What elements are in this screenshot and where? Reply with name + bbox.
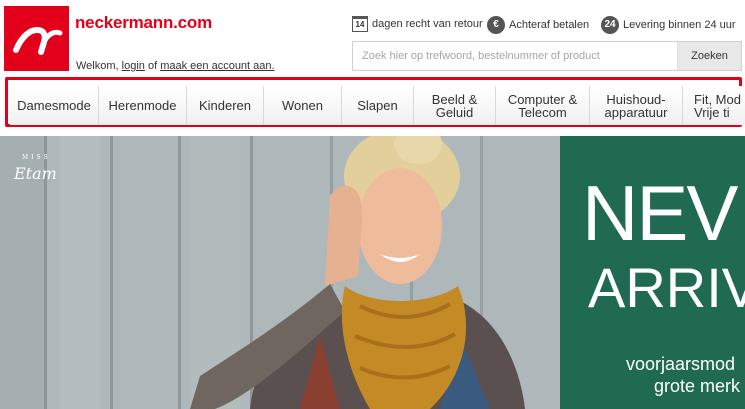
nav-item-label: Computer & [507, 91, 578, 107]
nav-item-computer-telecom[interactable]: Computer & Telecom [496, 86, 590, 125]
nav-item-beeld-geluid[interactable]: Beeld & Geluid [414, 86, 496, 125]
nav-item-label-2: Vrije ti [694, 104, 730, 120]
search-button[interactable]: Zoeken [677, 42, 741, 70]
welcome-prefix: Welkom, [76, 60, 119, 72]
usp-delivery: 24 Levering binnen 24 uur [601, 16, 736, 34]
usp-delivery-label: Levering binnen 24 uur [623, 19, 736, 31]
neckermann-logo[interactable] [4, 6, 69, 71]
euro-icon: € [487, 16, 505, 34]
nav-item-damesmode[interactable]: Damesmode [10, 86, 99, 125]
nav-item-label-2: apparatuur [604, 104, 668, 120]
calendar-icon: 14 [352, 16, 368, 32]
logo-n-icon [13, 26, 63, 55]
brand-name[interactable]: neckermann.com [75, 13, 212, 33]
welcome-text: Welkom, login of maak een account aan. [76, 60, 275, 72]
hero-headline-2: ARRIV [588, 256, 745, 319]
24h-icon: 24 [601, 16, 619, 34]
nav-item-label: Slapen [357, 98, 398, 113]
hero-banner[interactable]: MISS Etam NEV ARRIV voorjaarsmod grote m… [0, 136, 745, 409]
nav-item-label: Wonen [282, 98, 323, 113]
search-bar: Zoeken [352, 41, 742, 71]
nav-item-label: Damesmode [17, 98, 91, 113]
nav-item-kinderen[interactable]: Kinderen [187, 86, 264, 125]
hero-subtext-2: grote merk [654, 376, 741, 396]
site-header: neckermann.com Welkom, login of maak een… [0, 0, 745, 78]
nav-item-label: Fit, Mod [694, 91, 741, 107]
usp-return: 14 dagen recht van retour [352, 16, 483, 32]
usp-payment-label: Achteraf betalen [509, 19, 590, 31]
nav-item-label-2: Geluid [435, 104, 474, 120]
usp-payment: € Achteraf betalen [487, 16, 589, 34]
usp-return-label: dagen recht van retour [372, 18, 483, 30]
nav-item-wonen[interactable]: Wonen [264, 86, 342, 125]
nav-item-herenmode[interactable]: Herenmode [99, 86, 187, 125]
search-input[interactable] [353, 42, 678, 70]
nav-item-slapen[interactable]: Slapen [342, 86, 414, 125]
nav-item-huishoudapparatuur[interactable]: Huishoud- apparatuur [590, 86, 683, 125]
hero-headline-1: NEV [582, 169, 738, 257]
etam-logo-text: Etam [14, 164, 57, 183]
welcome-of: of [147, 60, 158, 72]
nav-item-label: Kinderen [198, 98, 252, 113]
nav-item-label-2: Telecom [518, 104, 567, 120]
main-nav: Damesmode Herenmode Kinderen Wonen Slape… [10, 86, 745, 125]
nav-item-label: Huishoud- [606, 91, 666, 107]
nav-item-label: Herenmode [108, 98, 177, 113]
signup-link[interactable]: maak een account aan. [160, 60, 274, 72]
etam-logo: MISS Etam [14, 150, 57, 182]
nav-item-label: Beeld & [431, 91, 478, 107]
hero-subtext-1: voorjaarsmod [626, 354, 736, 374]
login-link[interactable]: login [122, 60, 145, 72]
nav-item-fit-mode[interactable]: Fit, Mod Vrije ti [683, 86, 745, 125]
